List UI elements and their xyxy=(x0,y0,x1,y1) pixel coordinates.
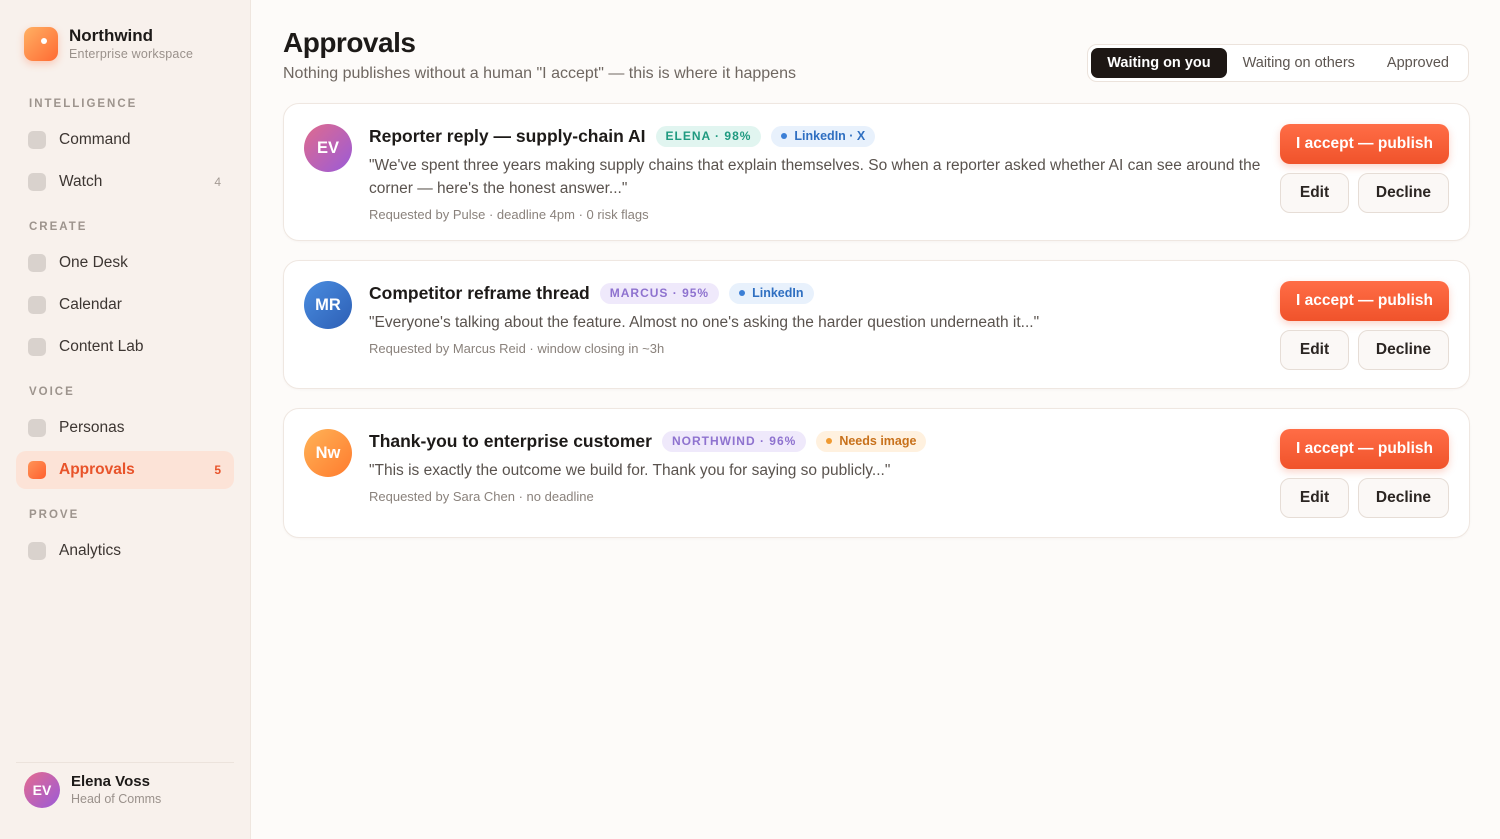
accept-publish-button[interactable]: I accept — publish xyxy=(1280,429,1449,469)
approval-title: Thank-you to enterprise customer xyxy=(369,430,652,451)
divider xyxy=(16,762,234,763)
approval-card: EV Reporter reply — supply-chain AI ELEN… xyxy=(283,103,1470,241)
approval-card: MR Competitor reframe thread MARCUS · 95… xyxy=(283,260,1470,389)
accept-publish-button[interactable]: I accept — publish xyxy=(1280,281,1449,321)
sidebar: Northwind Enterprise workspace INTELLIGE… xyxy=(0,0,251,839)
decline-button[interactable]: Decline xyxy=(1358,173,1449,213)
user-profile[interactable]: EV Elena Voss Head of Comms xyxy=(24,772,161,808)
decline-button[interactable]: Decline xyxy=(1358,478,1449,518)
approval-preview: "This is exactly the outcome we build fo… xyxy=(369,462,891,479)
avatar: MR xyxy=(304,281,352,329)
page-title: Approvals xyxy=(283,27,416,58)
sidebar-item-content-lab[interactable]: Content Lab xyxy=(16,328,234,366)
approval-meta: Requested by Sara Chen · no deadline xyxy=(369,489,594,504)
edit-button[interactable]: Edit xyxy=(1280,478,1349,518)
approvals-icon xyxy=(28,461,46,479)
approval-preview: "Everyone's talking about the feature. A… xyxy=(369,314,1040,331)
page-subtitle: Nothing publishes without a human "I acc… xyxy=(283,65,796,82)
sidebar-item-watch[interactable]: Watch 4 xyxy=(16,163,234,201)
sidebar-item-one-desk[interactable]: One Desk xyxy=(16,244,234,282)
approval-card: Nw Thank-you to enterprise customer NORT… xyxy=(283,408,1470,538)
sidebar-item-calendar[interactable]: Calendar xyxy=(16,286,234,324)
edit-button[interactable]: Edit xyxy=(1280,173,1349,213)
approvals-count-badge: 5 xyxy=(214,463,221,477)
sidebar-item-personas[interactable]: Personas xyxy=(16,409,234,447)
sidebar-item-command[interactable]: Command xyxy=(16,121,234,159)
nav-section-voice: VOICE xyxy=(29,386,75,398)
approval-title: Competitor reframe thread xyxy=(369,282,590,303)
sidebar-item-label: Analytics xyxy=(59,542,122,559)
sidebar-item-label: One Desk xyxy=(59,254,128,271)
brand[interactable]: Northwind Enterprise workspace xyxy=(24,26,193,62)
brand-name: Northwind xyxy=(69,26,154,45)
analytics-icon xyxy=(28,542,46,560)
approval-preview: "We've spent three years making supply c… xyxy=(369,157,1261,197)
channel-tag: LinkedIn · X xyxy=(771,125,876,147)
sidebar-item-label: Calendar xyxy=(59,296,122,313)
approval-title: Reporter reply — supply-chain AI xyxy=(369,125,646,146)
user-name: Elena Voss xyxy=(71,773,150,790)
one-desk-icon xyxy=(28,254,46,272)
nav-section-intelligence: INTELLIGENCE xyxy=(29,98,138,110)
sidebar-item-approvals[interactable]: Approvals 5 xyxy=(16,451,234,489)
needs-image-tag: Needs image xyxy=(816,430,927,452)
persona-match-badge: ELENA · 98% xyxy=(655,125,762,147)
approval-meta: Requested by Marcus Reid · window closin… xyxy=(369,341,665,356)
calendar-icon xyxy=(28,296,46,314)
accept-publish-button[interactable]: I accept — publish xyxy=(1280,124,1449,164)
personas-icon xyxy=(28,419,46,437)
avatar: EV xyxy=(304,124,352,172)
tab-waiting-on-you[interactable]: Waiting on you xyxy=(1091,48,1227,78)
watch-count-badge: 4 xyxy=(214,175,221,189)
watch-icon xyxy=(28,173,46,191)
avatar: EV xyxy=(24,772,60,808)
northwind-logo-icon xyxy=(24,27,58,61)
brand-subtitle: Enterprise workspace xyxy=(69,47,194,61)
command-icon xyxy=(28,131,46,149)
nav-section-prove: PROVE xyxy=(29,509,80,521)
main-content: Approvals Nothing publishes without a hu… xyxy=(251,0,1500,839)
nav-section-create: CREATE xyxy=(29,221,88,233)
sidebar-item-label: Personas xyxy=(59,419,125,436)
persona-match-badge: MARCUS · 95% xyxy=(599,282,720,304)
persona-match-badge: NORTHWIND · 96% xyxy=(661,430,807,452)
content-lab-icon xyxy=(28,338,46,356)
user-role: Head of Comms xyxy=(71,792,162,806)
sidebar-item-label: Approvals xyxy=(59,461,135,478)
decline-button[interactable]: Decline xyxy=(1358,330,1449,370)
approval-meta: Requested by Pulse · deadline 4pm · 0 ri… xyxy=(369,207,649,222)
tab-approved[interactable]: Approved xyxy=(1371,48,1465,78)
avatar: Nw xyxy=(304,429,352,477)
sidebar-item-analytics[interactable]: Analytics xyxy=(16,532,234,570)
sidebar-item-label: Content Lab xyxy=(59,338,144,355)
tab-waiting-on-others[interactable]: Waiting on others xyxy=(1227,48,1371,78)
status-tabs: Waiting on you Waiting on others Approve… xyxy=(1087,44,1469,82)
sidebar-item-label: Watch xyxy=(59,173,103,190)
channel-tag: LinkedIn xyxy=(729,282,814,304)
edit-button[interactable]: Edit xyxy=(1280,330,1349,370)
sidebar-item-label: Command xyxy=(59,131,131,148)
